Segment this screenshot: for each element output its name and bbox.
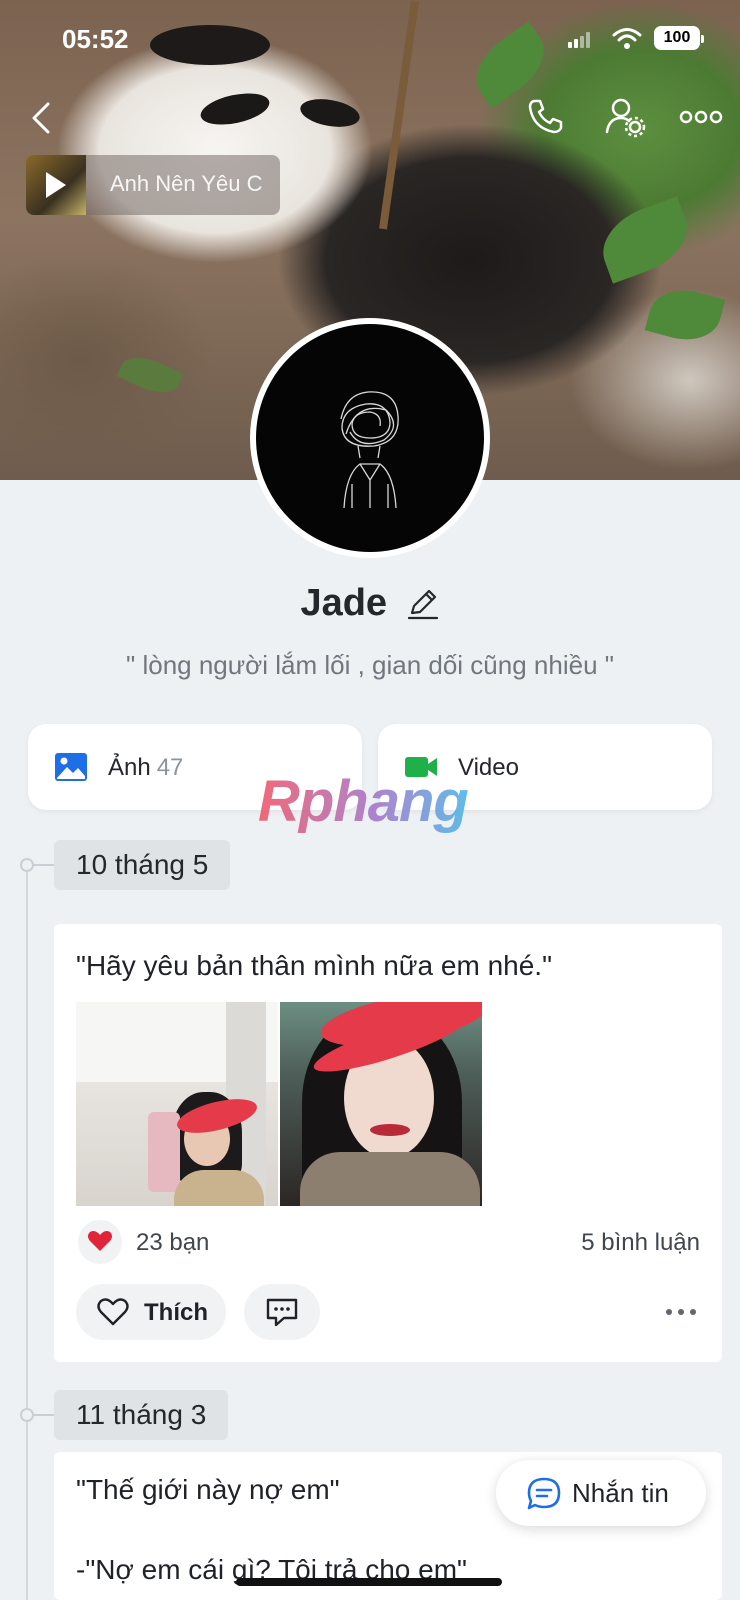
heart-icon (88, 1231, 112, 1251)
cover-detail (197, 88, 273, 130)
play-icon[interactable] (46, 172, 66, 198)
home-indicator[interactable] (236, 1578, 502, 1586)
like-button[interactable]: Thích (76, 1284, 226, 1340)
phone-icon[interactable] (525, 96, 565, 136)
message-label: Nhắn tin (572, 1478, 669, 1508)
profile-name: Jade (300, 582, 388, 624)
reaction-count: 23 bạn (136, 1229, 210, 1256)
timeline-stem (34, 1414, 54, 1416)
wifi-icon (612, 28, 642, 49)
cover-detail (298, 94, 362, 132)
signal-icon (568, 32, 590, 48)
comment-count[interactable]: 5 bình luận (581, 1229, 700, 1257)
like-label: Thích (144, 1299, 208, 1326)
cover-detail (644, 281, 726, 349)
profile-bio: " lòng người lắm lối , gian dối cũng nhi… (126, 650, 614, 680)
timeline-post[interactable]: "Hãy yêu bản thân mình nữa em nhé." 23 b… (54, 924, 722, 1362)
timeline-date: 10 tháng 5 (54, 840, 231, 890)
post-caption: "Hãy yêu bản thân mình nữa em nhé." (76, 950, 553, 981)
image-icon (55, 753, 87, 781)
profile-name-row: Jade (0, 582, 740, 625)
back-icon[interactable] (26, 98, 56, 138)
chat-bubble-icon (527, 1477, 561, 1510)
timeline-stem (34, 864, 54, 866)
reaction-bubble (78, 1220, 122, 1264)
timeline-dot (20, 858, 34, 872)
post-more-icon[interactable] (664, 1302, 698, 1322)
timeline-line (26, 862, 28, 1600)
cover-detail (116, 348, 184, 402)
profile-settings-icon[interactable] (604, 96, 646, 138)
comment-button[interactable] (244, 1284, 320, 1340)
profile-music-player[interactable]: Anh Nên Yêu C (26, 155, 280, 215)
post-photo[interactable] (76, 1002, 278, 1206)
battery-icon: 100 (654, 26, 704, 50)
watermark: Rphang (258, 769, 469, 834)
timeline-dot (20, 1408, 34, 1422)
heart-outline-icon (97, 1298, 129, 1326)
message-button[interactable]: Nhắn tin (496, 1460, 706, 1526)
music-title: Anh Nên Yêu C (110, 171, 263, 196)
comment-icon (266, 1298, 298, 1327)
timeline-date: 11 tháng 3 (54, 1390, 229, 1440)
music-album-art (26, 155, 86, 215)
post-caption: "Thế giới này nợ em" (76, 1474, 340, 1505)
more-icon[interactable] (678, 102, 724, 132)
cover-detail (592, 196, 698, 284)
post-photo[interactable] (280, 1002, 482, 1206)
avatar[interactable] (250, 318, 490, 558)
status-time: 05:52 (62, 24, 129, 54)
edit-pencil-icon[interactable] (406, 587, 440, 621)
avatar-drawing (340, 391, 399, 509)
photos-label: Ảnh (108, 754, 151, 781)
status-bar: 05:52 100 (0, 0, 740, 80)
photos-count: 47 (156, 754, 184, 781)
